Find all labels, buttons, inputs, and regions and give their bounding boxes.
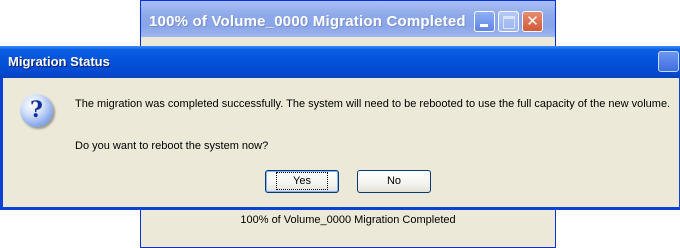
background-window-title: 100% of Volume_0000 Migration Completed <box>149 13 466 30</box>
migration-status-dialog: Migration Status ? The migration was com… <box>0 46 680 210</box>
maximize-button[interactable] <box>498 11 519 32</box>
dialog-question: Do you want to reboot the system now? <box>75 140 269 152</box>
background-close-button[interactable]: ✕ <box>522 11 543 32</box>
no-button[interactable]: No <box>357 170 431 193</box>
dialog-title: Migration Status <box>8 54 110 69</box>
question-icon: ? <box>20 94 53 127</box>
minimize-button[interactable] <box>474 11 495 32</box>
migration-status-text: 100% of Volume_0000 Migration Completed <box>240 214 456 226</box>
question-mark-glyph: ? <box>30 97 43 123</box>
dialog-titlebar[interactable]: Migration Status <box>0 46 680 78</box>
close-icon: ✕ <box>526 12 539 30</box>
yes-button[interactable]: Yes <box>265 170 339 193</box>
dialog-close-button[interactable] <box>658 51 679 72</box>
dialog-message: The migration was completed successfully… <box>75 98 671 110</box>
background-window-titlebar[interactable]: 100% of Volume_0000 Migration Completed … <box>141 1 555 37</box>
yes-button-label: Yes <box>276 172 328 190</box>
no-button-label: No <box>386 175 402 187</box>
